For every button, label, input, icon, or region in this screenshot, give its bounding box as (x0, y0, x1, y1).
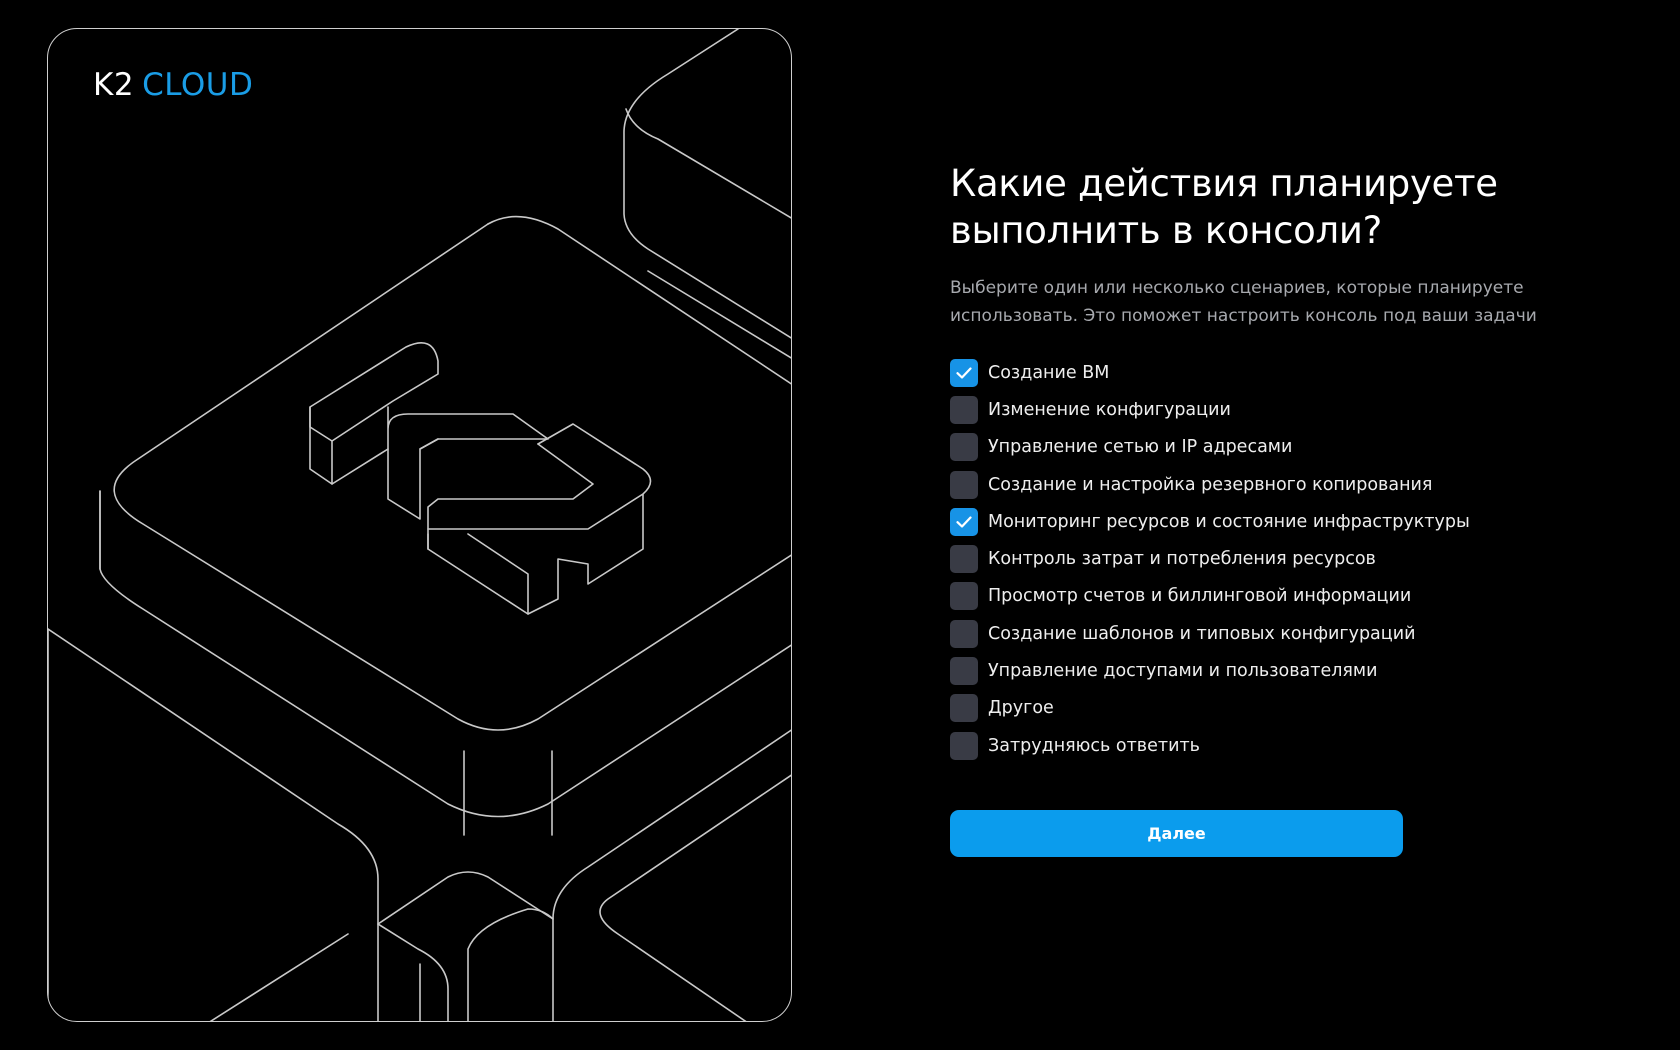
checkbox[interactable] (950, 470, 978, 499)
checkbox[interactable] (950, 657, 978, 686)
option-backup[interactable]: Создание и настройка резервного копирова… (950, 466, 1570, 503)
subtitle-line-1: Выберите один или несколько сценариев, к… (950, 278, 1524, 298)
checkbox[interactable] (950, 619, 978, 648)
option-network-ip[interactable]: Управление сетью и IP адресами (950, 429, 1570, 466)
option-label: Затрудняюсь ответить (988, 735, 1200, 756)
option-templates[interactable]: Создание шаблонов и типовых конфигураций (950, 615, 1570, 652)
checkbox[interactable] (950, 731, 978, 760)
option-other[interactable]: Другое (950, 690, 1570, 727)
scenario-form: Какие действия планируете выполнить в ко… (950, 160, 1570, 858)
option-label: Изменение конфигурации (988, 399, 1231, 420)
option-label: Просмотр счетов и биллинговой информации (988, 586, 1412, 607)
option-label: Создание шаблонов и типовых конфигураций (988, 623, 1416, 644)
scenario-options-list: Создание ВМ Изменение конфигурации Управ… (950, 354, 1570, 764)
option-label: Создание и настройка резервного копирова… (988, 474, 1433, 495)
option-not-sure[interactable]: Затрудняюсь ответить (950, 727, 1570, 764)
option-create-vm[interactable]: Создание ВМ (950, 354, 1570, 391)
option-cost-control[interactable]: Контроль затрат и потребления ресурсов (950, 540, 1570, 577)
page-title: Какие действия планируете выполнить в ко… (950, 160, 1510, 254)
checkbox[interactable] (950, 358, 978, 387)
checkmark-icon (956, 367, 972, 379)
logo-cloud: CLOUD (142, 67, 254, 103)
title-line-2: выполнить в консоли? (950, 209, 1382, 252)
option-change-config[interactable]: Изменение конфигурации (950, 391, 1570, 428)
checkbox[interactable] (950, 433, 978, 462)
checkmark-icon (956, 516, 972, 528)
next-button[interactable]: Далее (950, 810, 1403, 858)
title-line-1: Какие действия планируете (950, 162, 1498, 205)
checkbox[interactable] (950, 694, 978, 723)
option-access-users[interactable]: Управление доступами и пользователями (950, 652, 1570, 689)
option-label: Управление сетью и IP адресами (988, 437, 1293, 458)
logo-k2: K2 (93, 67, 135, 103)
checkbox[interactable] (950, 395, 978, 424)
option-label: Создание ВМ (988, 362, 1110, 383)
isometric-k2-illustration (48, 29, 791, 1021)
k2-cloud-logo: K2 CLOUD (93, 67, 253, 103)
option-label: Контроль затрат и потребления ресурсов (988, 549, 1376, 570)
checkbox[interactable] (950, 582, 978, 611)
page-subtitle: Выберите один или несколько сценариев, к… (950, 274, 1550, 330)
checkbox[interactable] (950, 545, 978, 574)
option-billing[interactable]: Просмотр счетов и биллинговой информации (950, 578, 1570, 615)
option-label: Мониторинг ресурсов и состояние инфрастр… (988, 511, 1470, 532)
option-monitoring[interactable]: Мониторинг ресурсов и состояние инфрастр… (950, 503, 1570, 540)
onboarding-page: K2 CLOUD Какие действия планируете выпол… (0, 0, 1680, 1050)
illustration-card: K2 CLOUD (47, 28, 792, 1022)
option-label: Управление доступами и пользователями (988, 661, 1378, 682)
option-label: Другое (988, 698, 1054, 719)
subtitle-line-2: использовать. Это поможет настроить конс… (950, 306, 1537, 326)
checkbox[interactable] (950, 507, 978, 536)
